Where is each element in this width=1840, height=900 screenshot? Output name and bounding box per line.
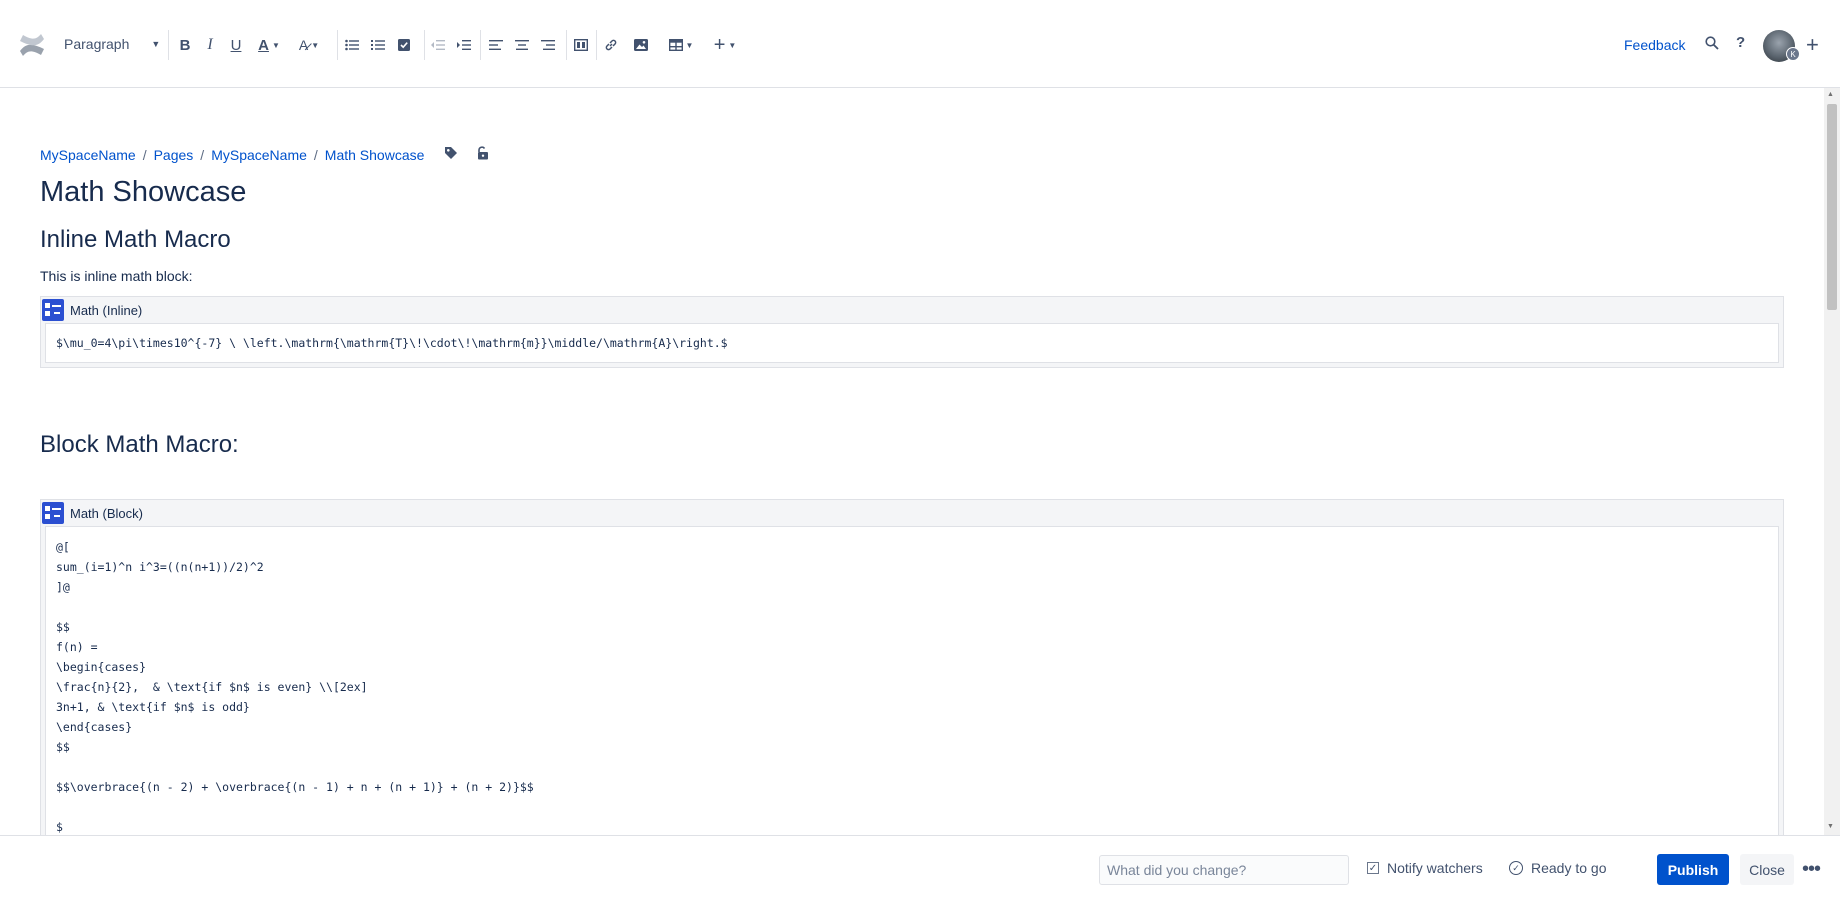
underline-button[interactable]: U (228, 34, 244, 56)
math-block-macro[interactable]: Math (Block) @[ sum_(i=1)^n i^3=((n(n+1)… (40, 499, 1784, 835)
add-collaborator-button[interactable]: + (1806, 32, 1819, 58)
math-inline-macro[interactable]: Math (Inline) $\mu_0=4\pi\times10^{-7} \… (40, 296, 1784, 368)
outdent-icon (431, 40, 445, 50)
tag-icon (445, 147, 458, 159)
feedback-link[interactable]: Feedback (1624, 37, 1685, 53)
text-format-icon: A̷ (298, 37, 309, 53)
image-button[interactable] (632, 34, 650, 56)
bold-button[interactable]: B (177, 34, 193, 56)
more-options-icon[interactable]: ••• (1802, 858, 1821, 881)
avatar-badge: K (1786, 47, 1800, 61)
italic-button[interactable]: I (202, 34, 218, 56)
restrictions-button[interactable] (476, 146, 490, 163)
toolbar-divider (566, 30, 567, 60)
link-button[interactable] (602, 34, 620, 56)
notify-watchers-label: Notify watchers (1387, 860, 1483, 876)
page-title[interactable]: Math Showcase (40, 176, 246, 209)
math-macro-icon (42, 502, 64, 524)
image-icon (634, 39, 648, 51)
numbered-list-button[interactable] (369, 34, 387, 56)
task-list-button[interactable] (396, 34, 412, 56)
breadcrumb-current[interactable]: Math Showcase (325, 147, 425, 163)
align-center-button[interactable] (513, 34, 531, 56)
paragraph-text[interactable]: This is inline math block: (40, 268, 193, 284)
link-icon (605, 39, 617, 51)
breadcrumb-separator: / (313, 146, 318, 163)
ready-to-go-label: Ready to go (1531, 860, 1607, 876)
checkbox-checked-icon: ✓ (1367, 862, 1379, 874)
align-center-icon (515, 40, 529, 50)
ready-to-go-button[interactable]: ✓ Ready to go (1509, 860, 1607, 876)
editor-toolbar: Paragraph ▼ B I U A ▼ A̷ ▼ ▼ + ▼ Feedbac… (0, 0, 1840, 88)
align-left-button[interactable] (487, 34, 505, 56)
breadcrumb-space[interactable]: MySpaceName (40, 147, 136, 163)
notify-watchers-checkbox[interactable]: ✓ Notify watchers (1367, 860, 1483, 876)
toolbar-divider (337, 30, 338, 60)
search-icon (1705, 36, 1719, 50)
check-circle-icon: ✓ (1509, 861, 1523, 875)
editor-footer: ✓ Notify watchers ✓ Ready to go Publish … (0, 835, 1840, 900)
plus-icon: + (1806, 32, 1819, 57)
toolbar-divider (424, 30, 425, 60)
layout-icon (574, 39, 588, 51)
bullet-list-icon (345, 39, 359, 51)
text-format-button[interactable]: A̷ ▼ (294, 34, 324, 56)
chevron-down-icon: ▼ (151, 39, 161, 49)
macro-header: Math (Block) (41, 500, 1783, 526)
align-right-button[interactable] (539, 34, 557, 56)
macro-label: Math (Inline) (70, 302, 143, 318)
heading-block-math[interactable]: Block Math Macro: (40, 431, 239, 459)
publish-button[interactable]: Publish (1657, 854, 1729, 885)
checkbox-icon (398, 39, 410, 51)
outdent-button[interactable] (429, 34, 447, 56)
table-icon (668, 39, 683, 51)
macro-body[interactable]: $\mu_0=4\pi\times10^{-7} \ \left.\mathrm… (45, 323, 1779, 363)
align-right-icon (541, 40, 555, 50)
paragraph-style-select[interactable]: Paragraph ▼ (64, 36, 160, 52)
italic-icon: I (207, 36, 213, 53)
heading-inline-math[interactable]: Inline Math Macro (40, 226, 231, 254)
breadcrumb-pages[interactable]: Pages (154, 147, 194, 163)
breadcrumb-separator: / (200, 146, 205, 163)
scroll-up-arrow-icon[interactable]: ▲ (1827, 91, 1834, 98)
insert-more-button[interactable]: + ▼ (712, 34, 738, 56)
scrollbar-thumb[interactable] (1827, 104, 1837, 310)
plus-icon: + (713, 33, 726, 56)
toolbar-divider (596, 30, 597, 60)
label-button[interactable] (444, 146, 458, 163)
macro-label: Math (Block) (70, 505, 143, 521)
confluence-logo-icon[interactable] (18, 32, 46, 58)
paragraph-style-label: Paragraph (64, 36, 130, 52)
math-macro-icon (42, 299, 64, 321)
help-icon: ? (1736, 34, 1746, 51)
help-button[interactable]: ? (1736, 34, 1745, 51)
breadcrumb-parent[interactable]: MySpaceName (211, 147, 307, 163)
indent-button[interactable] (455, 34, 473, 56)
toolbar-divider (480, 30, 481, 60)
indent-icon (457, 40, 471, 50)
breadcrumb-separator: / (142, 146, 147, 163)
macro-body[interactable]: @[ sum_(i=1)^n i^3=((n(n+1))/2)^2 ]@ $$ … (45, 526, 1779, 835)
toolbar-divider (168, 30, 169, 60)
editor-content[interactable]: MySpaceName / Pages / MySpaceName / Math… (40, 88, 1784, 835)
scroll-down-arrow-icon[interactable]: ▼ (1827, 823, 1834, 830)
align-left-icon (489, 40, 503, 50)
layout-button[interactable] (572, 34, 590, 56)
bullet-list-button[interactable] (343, 34, 361, 56)
search-button[interactable] (1705, 36, 1719, 54)
breadcrumb: MySpaceName / Pages / MySpaceName / Math… (40, 146, 490, 163)
text-color-button[interactable]: A ▼ (254, 34, 284, 56)
bold-icon: B (179, 36, 191, 54)
change-comment-input[interactable] (1099, 855, 1349, 885)
table-button[interactable]: ▼ (668, 34, 694, 56)
text-color-icon: A (258, 36, 269, 54)
close-button[interactable]: Close (1740, 854, 1794, 885)
underline-icon: U (230, 36, 242, 54)
unlock-icon (478, 146, 489, 160)
macro-header: Math (Inline) (41, 297, 1783, 323)
numbered-list-icon (371, 40, 385, 50)
